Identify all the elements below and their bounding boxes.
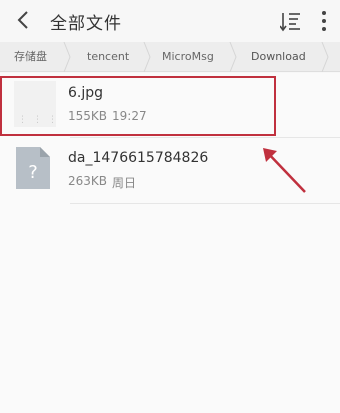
breadcrumb-separator-icon <box>229 42 237 72</box>
breadcrumb-separator-icon <box>143 42 151 72</box>
back-icon[interactable] <box>12 8 36 32</box>
highlight-box <box>0 76 276 136</box>
breadcrumb: 存储盘 tencent MicroMsg Download <box>0 42 340 72</box>
breadcrumb-item-download[interactable]: Download <box>251 42 306 72</box>
svg-text:?: ? <box>28 162 38 183</box>
breadcrumb-item-storage[interactable]: 存储盘 <box>14 42 47 72</box>
breadcrumb-separator-icon <box>63 42 71 72</box>
divider <box>70 203 340 204</box>
app-header: 全部文件 <box>0 0 340 42</box>
file-name: da_1476615784826 <box>68 150 209 166</box>
sort-icon[interactable] <box>280 9 302 33</box>
unknown-file-icon: ? <box>16 147 50 189</box>
breadcrumb-item-tencent[interactable]: tencent <box>87 42 129 72</box>
arrow-icon <box>263 148 306 193</box>
breadcrumb-separator-icon <box>321 42 329 72</box>
page-title: 全部文件 <box>50 14 122 34</box>
more-vertical-icon[interactable] <box>318 10 330 32</box>
file-size: 263KB <box>68 174 108 188</box>
breadcrumb-item-micromsg[interactable]: MicroMsg <box>162 42 214 72</box>
file-time: 周日 <box>112 176 137 190</box>
